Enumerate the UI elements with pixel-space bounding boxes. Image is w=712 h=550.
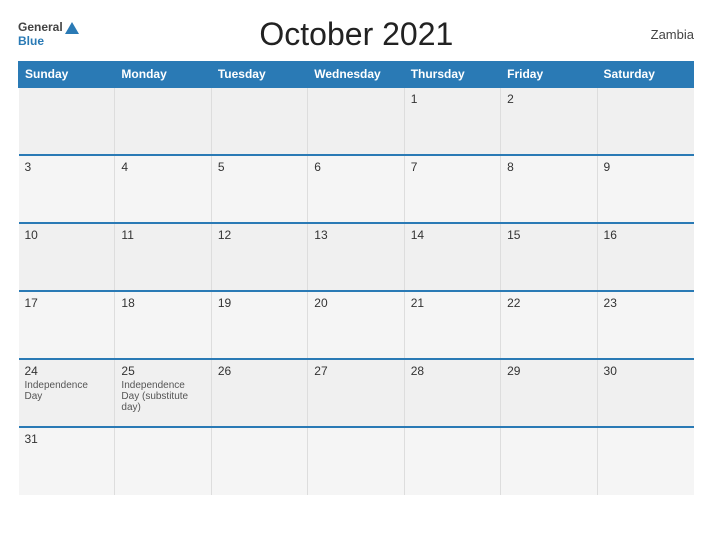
calendar-cell: 24 Independence Day	[19, 359, 115, 427]
header-wednesday: Wednesday	[308, 62, 404, 88]
calendar-cell: 10	[19, 223, 115, 291]
header-tuesday: Tuesday	[211, 62, 307, 88]
calendar-cell: 11	[115, 223, 211, 291]
day-number: 4	[121, 160, 204, 174]
day-number: 26	[218, 364, 301, 378]
calendar-table: Sunday Monday Tuesday Wednesday Thursday…	[18, 61, 694, 495]
calendar-week-row: 3456789	[19, 155, 694, 223]
calendar-cell	[404, 427, 500, 495]
calendar-cell	[501, 427, 597, 495]
calendar-cell	[115, 87, 211, 155]
weekday-header-row: Sunday Monday Tuesday Wednesday Thursday…	[19, 62, 694, 88]
calendar-cell: 13	[308, 223, 404, 291]
calendar-week-row: 17 18 19 20 21 22 23	[19, 291, 694, 359]
header-saturday: Saturday	[597, 62, 693, 88]
calendar-cell: 19	[211, 291, 307, 359]
day-number: 10	[25, 228, 109, 242]
calendar-cell: 7	[404, 155, 500, 223]
day-number: 27	[314, 364, 397, 378]
day-number: 3	[25, 160, 109, 174]
day-number: 21	[411, 296, 494, 310]
day-number: 6	[314, 160, 397, 174]
header-monday: Monday	[115, 62, 211, 88]
calendar-cell: 25 Independence Day (substitute day)	[115, 359, 211, 427]
day-number: 15	[507, 228, 590, 242]
day-number: 16	[604, 228, 688, 242]
logo: General Blue	[18, 21, 79, 47]
calendar-cell: 21	[404, 291, 500, 359]
day-number: 7	[411, 160, 494, 174]
day-number: 20	[314, 296, 397, 310]
calendar-cell: 12	[211, 223, 307, 291]
day-number: 19	[218, 296, 301, 310]
calendar-cell: 9	[597, 155, 693, 223]
day-number: 14	[411, 228, 494, 242]
header-friday: Friday	[501, 62, 597, 88]
calendar-cell: 17	[19, 291, 115, 359]
day-number: 9	[604, 160, 688, 174]
country-label: Zambia	[634, 27, 694, 42]
day-number: 30	[604, 364, 688, 378]
calendar-week-row: 10 11 12 13 14 15 16	[19, 223, 694, 291]
day-number: 24	[25, 364, 109, 378]
calendar-cell: 18	[115, 291, 211, 359]
day-number: 8	[507, 160, 590, 174]
calendar-page: General Blue October 2021 Zambia Sunday …	[0, 0, 712, 550]
day-number: 22	[507, 296, 590, 310]
day-event: Independence Day (substitute day)	[121, 380, 204, 413]
calendar-cell: 30	[597, 359, 693, 427]
calendar-cell: 26	[211, 359, 307, 427]
calendar-title: October 2021	[79, 16, 634, 53]
calendar-cell: 8	[501, 155, 597, 223]
logo-blue-text: Blue	[18, 35, 79, 48]
calendar-cell	[597, 427, 693, 495]
calendar-cell: 14	[404, 223, 500, 291]
logo-triangle-icon	[65, 22, 79, 34]
calendar-week-row: 31	[19, 427, 694, 495]
day-event: Independence Day	[25, 380, 109, 402]
day-number: 13	[314, 228, 397, 242]
day-number: 28	[411, 364, 494, 378]
calendar-cell: 22	[501, 291, 597, 359]
day-number: 1	[411, 92, 494, 106]
calendar-cell	[308, 87, 404, 155]
day-number: 12	[218, 228, 301, 242]
calendar-cell: 23	[597, 291, 693, 359]
calendar-cell	[115, 427, 211, 495]
calendar-cell: 27	[308, 359, 404, 427]
day-number: 5	[218, 160, 301, 174]
day-number: 2	[507, 92, 590, 106]
calendar-cell: 28	[404, 359, 500, 427]
day-number: 18	[121, 296, 204, 310]
calendar-cell: 29	[501, 359, 597, 427]
day-number: 29	[507, 364, 590, 378]
calendar-cell: 4	[115, 155, 211, 223]
day-number: 23	[604, 296, 688, 310]
header: General Blue October 2021 Zambia	[18, 16, 694, 53]
calendar-cell: 20	[308, 291, 404, 359]
day-number: 31	[25, 432, 109, 446]
header-thursday: Thursday	[404, 62, 500, 88]
calendar-week-row: 12	[19, 87, 694, 155]
calendar-cell: 1	[404, 87, 500, 155]
calendar-cell	[211, 87, 307, 155]
header-sunday: Sunday	[19, 62, 115, 88]
calendar-cell: 3	[19, 155, 115, 223]
calendar-cell: 31	[19, 427, 115, 495]
calendar-cell	[308, 427, 404, 495]
day-number: 25	[121, 364, 204, 378]
calendar-week-row: 24 Independence Day 25 Independence Day (su…	[19, 359, 694, 427]
calendar-cell: 15	[501, 223, 597, 291]
calendar-cell: 16	[597, 223, 693, 291]
day-number: 11	[121, 228, 204, 242]
day-number: 17	[25, 296, 109, 310]
calendar-cell: 5	[211, 155, 307, 223]
calendar-cell	[19, 87, 115, 155]
calendar-cell: 6	[308, 155, 404, 223]
calendar-cell	[211, 427, 307, 495]
calendar-cell: 2	[501, 87, 597, 155]
logo-general-text: General	[18, 21, 63, 34]
calendar-cell	[597, 87, 693, 155]
